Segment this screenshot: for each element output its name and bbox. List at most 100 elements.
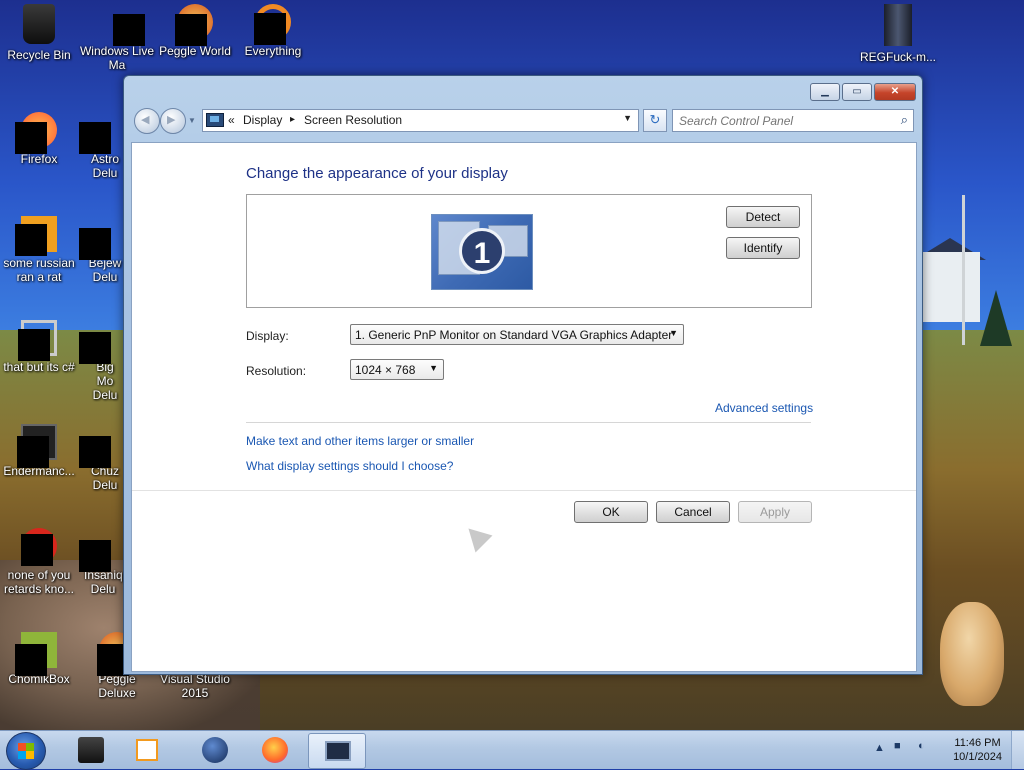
desktop-icon-label: Visual Studio 2015 xyxy=(160,672,230,700)
close-button[interactable]: ✕ xyxy=(874,83,916,101)
monitor-arrangement-panel: 1 Detect Identify xyxy=(246,194,812,308)
minimize-button[interactable]: ▁ xyxy=(810,83,840,101)
cancel-button[interactable]: Cancel xyxy=(656,501,730,523)
monitor-number-badge: 1 xyxy=(459,228,505,274)
desktop-icon-label: Windows Live Ma xyxy=(79,44,155,72)
display-select[interactable]: 1. Generic PnP Monitor on Standard VGA G… xyxy=(350,324,684,345)
desktop-icon-peggle-world[interactable]: Peggle World xyxy=(156,4,234,58)
desktop-icon-bigmoney[interactable]: Big Mo Delu xyxy=(78,320,124,402)
desktop-icon-everything[interactable]: Everything xyxy=(234,4,312,58)
desktop-icon-firefox[interactable]: Firefox xyxy=(0,112,78,166)
refresh-icon: ↻ xyxy=(649,112,661,127)
page-title: Change the appearance of your display xyxy=(246,165,508,182)
detect-button[interactable]: Detect xyxy=(726,206,800,228)
desktop-icon-insaniquarium[interactable]: Insaniq Delu xyxy=(78,528,124,596)
chomikbox-icon xyxy=(15,632,57,676)
desktop-icon-regfolder[interactable]: REGFuck-m... xyxy=(858,4,938,64)
start-button[interactable] xyxy=(6,732,46,770)
ok-button[interactable]: OK xyxy=(574,501,648,523)
chevron-down-icon: ▼ xyxy=(429,363,438,373)
desktop-icon-label: Insaniq Delu xyxy=(84,568,123,596)
back-button[interactable]: ◀ xyxy=(134,108,160,134)
windows-logo-icon xyxy=(18,743,34,759)
display-select-value: 1. Generic PnP Monitor on Standard VGA G… xyxy=(355,328,673,342)
desktop-icon-chomikbox[interactable]: ChomikBox xyxy=(0,632,78,686)
chevron-down-icon: ▼ xyxy=(669,328,678,338)
desktop-icon-label: REGFuck-m... xyxy=(859,50,936,64)
taskbar-item-globe[interactable] xyxy=(186,733,242,767)
search-input[interactable] xyxy=(679,111,889,130)
display-settings-icon xyxy=(325,741,351,761)
desktop-icon-chuzzle[interactable]: Chuz Delu xyxy=(78,424,124,492)
recent-pages-dropdown[interactable]: ▼ xyxy=(188,116,196,125)
app-icon xyxy=(17,424,57,468)
address-dropdown-icon[interactable]: ▼ xyxy=(623,113,632,123)
taskbar-item-media-center[interactable] xyxy=(120,733,176,767)
breadcrumb-overflow[interactable]: « xyxy=(228,113,235,127)
copy-icon xyxy=(18,320,57,361)
breadcrumb-screen-resolution[interactable]: Screen Resolution xyxy=(304,113,402,127)
desktop-icon-none-of-you[interactable]: none of you retards kno... xyxy=(0,528,78,596)
media-player-icon xyxy=(78,737,104,763)
desktop-icon-label: Everything xyxy=(244,44,302,58)
hamster-image xyxy=(940,602,1004,706)
desktop-icon-label: some russian ran a rat xyxy=(3,256,75,284)
bejeweled-icon xyxy=(79,216,119,260)
refresh-button[interactable]: ↻ xyxy=(643,109,667,132)
forward-arrow-icon: ▶ xyxy=(167,114,176,126)
desktop-icon-label: Astro Delu xyxy=(90,152,119,180)
search-icon[interactable]: ⌕ xyxy=(901,112,908,128)
network-tray-icon[interactable]: ◐ xyxy=(918,740,925,752)
desktop-icon-label: Peggle World xyxy=(159,44,231,58)
recycle-bin-icon xyxy=(23,4,55,44)
clock[interactable]: 11:46 PM 10/1/2024 xyxy=(953,736,1002,764)
identify-button[interactable]: Identify xyxy=(726,237,800,259)
wallpaper-house xyxy=(920,252,980,322)
taskbar-item-firefox[interactable] xyxy=(246,733,302,767)
monitor-tray-icon[interactable]: ■ xyxy=(894,740,901,752)
desktop-icon-astro[interactable]: Astro Delu xyxy=(78,112,124,180)
desktop-icon-csharp[interactable]: that but its c# xyxy=(0,320,78,374)
control-panel-icon xyxy=(206,113,224,127)
which-settings-link[interactable]: What display settings should I choose? xyxy=(246,459,453,473)
folder-icon xyxy=(884,4,912,46)
desktop-icon-label: Bejew Delu xyxy=(88,256,122,284)
desktop-icon-label: Recycle Bin xyxy=(7,48,71,62)
breadcrumb-display[interactable]: Display xyxy=(243,113,282,127)
breadcrumb-separator[interactable]: ▸ xyxy=(290,114,295,125)
resolution-select[interactable]: 1024 × 768 ▼ xyxy=(350,359,444,380)
advanced-settings-link[interactable]: Advanced settings xyxy=(715,401,813,415)
desktop-icon-recycle-bin[interactable]: Recycle Bin xyxy=(0,4,78,62)
taskbar-item-display-settings[interactable] xyxy=(308,733,366,769)
maximize-button[interactable]: ▭ xyxy=(842,83,872,101)
game-icon xyxy=(79,112,119,154)
navigation-bar: ◀ ▶ ▼ « Display ▸ Screen Resolution ▼ ↻ … xyxy=(132,106,914,134)
desktop-icon-russian-rat[interactable]: some russian ran a rat xyxy=(0,216,78,284)
globe-icon xyxy=(202,737,228,763)
clock-date: 10/1/2024 xyxy=(953,751,1002,763)
desktop-icon-windows-live[interactable]: Windows Live Ma xyxy=(78,4,156,72)
footer-divider xyxy=(132,490,916,491)
firefox-icon xyxy=(262,737,288,763)
caption-buttons: ▁ ▭ ✕ xyxy=(810,83,916,101)
apply-button[interactable]: Apply xyxy=(738,501,812,523)
forward-button[interactable]: ▶ xyxy=(160,108,186,134)
screen-resolution-window: ▁ ▭ ✕ ◀ ▶ ▼ « Display ▸ Screen Resolutio… xyxy=(123,75,923,675)
executable-icon xyxy=(15,216,57,256)
media-center-icon xyxy=(136,739,158,761)
back-arrow-icon: ◀ xyxy=(141,114,150,126)
desktop-icon-label: none of you retards kno... xyxy=(3,568,75,596)
taskbar: ▲ ■ ◐ 11:46 PM 10/1/2024 xyxy=(0,730,1024,770)
monitor-1-tile[interactable]: 1 xyxy=(431,214,533,290)
text-size-link[interactable]: Make text and other items larger or smal… xyxy=(246,434,474,448)
display-label: Display: xyxy=(246,329,289,343)
desktop-icon-bejeweled[interactable]: Bejew Delu xyxy=(78,216,124,284)
address-bar[interactable]: « Display ▸ Screen Resolution ▼ xyxy=(202,109,639,132)
desktop-icon-label: that but its c# xyxy=(3,360,75,374)
firefox-icon xyxy=(15,112,57,154)
desktop-icon-endermanch[interactable]: Endermanc... xyxy=(0,424,78,478)
search-box[interactable]: ⌕ xyxy=(672,109,914,132)
show-desktop-button[interactable] xyxy=(1011,731,1024,769)
tray-overflow-icon[interactable]: ▲ xyxy=(874,742,885,754)
taskbar-item-media-player[interactable] xyxy=(62,733,118,767)
